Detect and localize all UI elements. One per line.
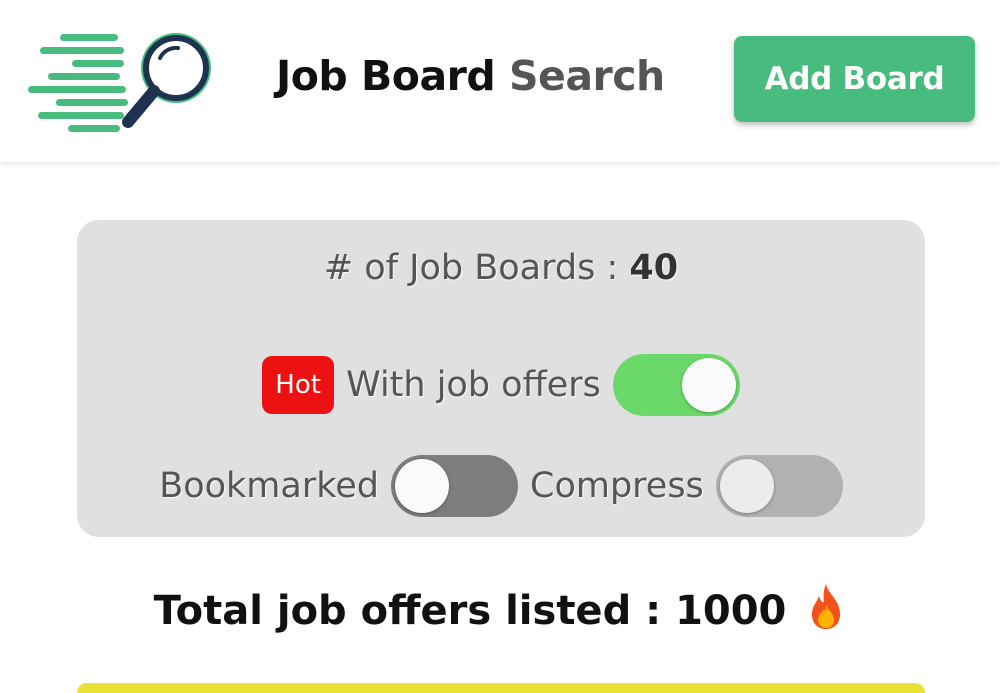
fire-icon [812, 584, 841, 629]
with-offers-filter: Hot With job offers [77, 354, 925, 416]
top-header: Job Board Search Add Board [0, 0, 1000, 162]
with-offers-toggle[interactable] [612, 354, 740, 416]
toggle-knob [395, 459, 449, 513]
brand-primary: Job Board [276, 52, 496, 100]
count-label: # of Job Boards : [323, 248, 619, 288]
toggle-knob [719, 459, 774, 513]
next-card-edge [77, 683, 925, 693]
hot-badge: Hot [262, 356, 335, 414]
filter-panel: # of Job Boards : 40 Hot With job offers… [77, 220, 925, 537]
job-board-count: # of Job Boards : 40 [77, 248, 925, 288]
bookmarked-label: Bookmarked [159, 466, 379, 506]
bookmarked-toggle[interactable] [391, 455, 518, 517]
compress-toggle[interactable] [715, 455, 843, 517]
view-options: Bookmarked Compress [77, 455, 925, 517]
compress-label: Compress [530, 466, 704, 506]
total-value: 1000 [675, 588, 787, 634]
logo[interactable] [28, 28, 218, 132]
count-value: 40 [629, 248, 679, 288]
total-offers: Total job offers listed : 1000 [0, 582, 1000, 634]
page-title: Job Board Search [276, 48, 665, 104]
add-board-button[interactable]: Add Board [734, 36, 975, 122]
total-label: Total job offers listed : [153, 588, 662, 634]
brand-secondary: Search [508, 52, 665, 100]
toggle-knob [681, 358, 736, 412]
magnifier-speed-lines-icon [28, 33, 211, 132]
with-offers-label: With job offers [346, 365, 601, 405]
